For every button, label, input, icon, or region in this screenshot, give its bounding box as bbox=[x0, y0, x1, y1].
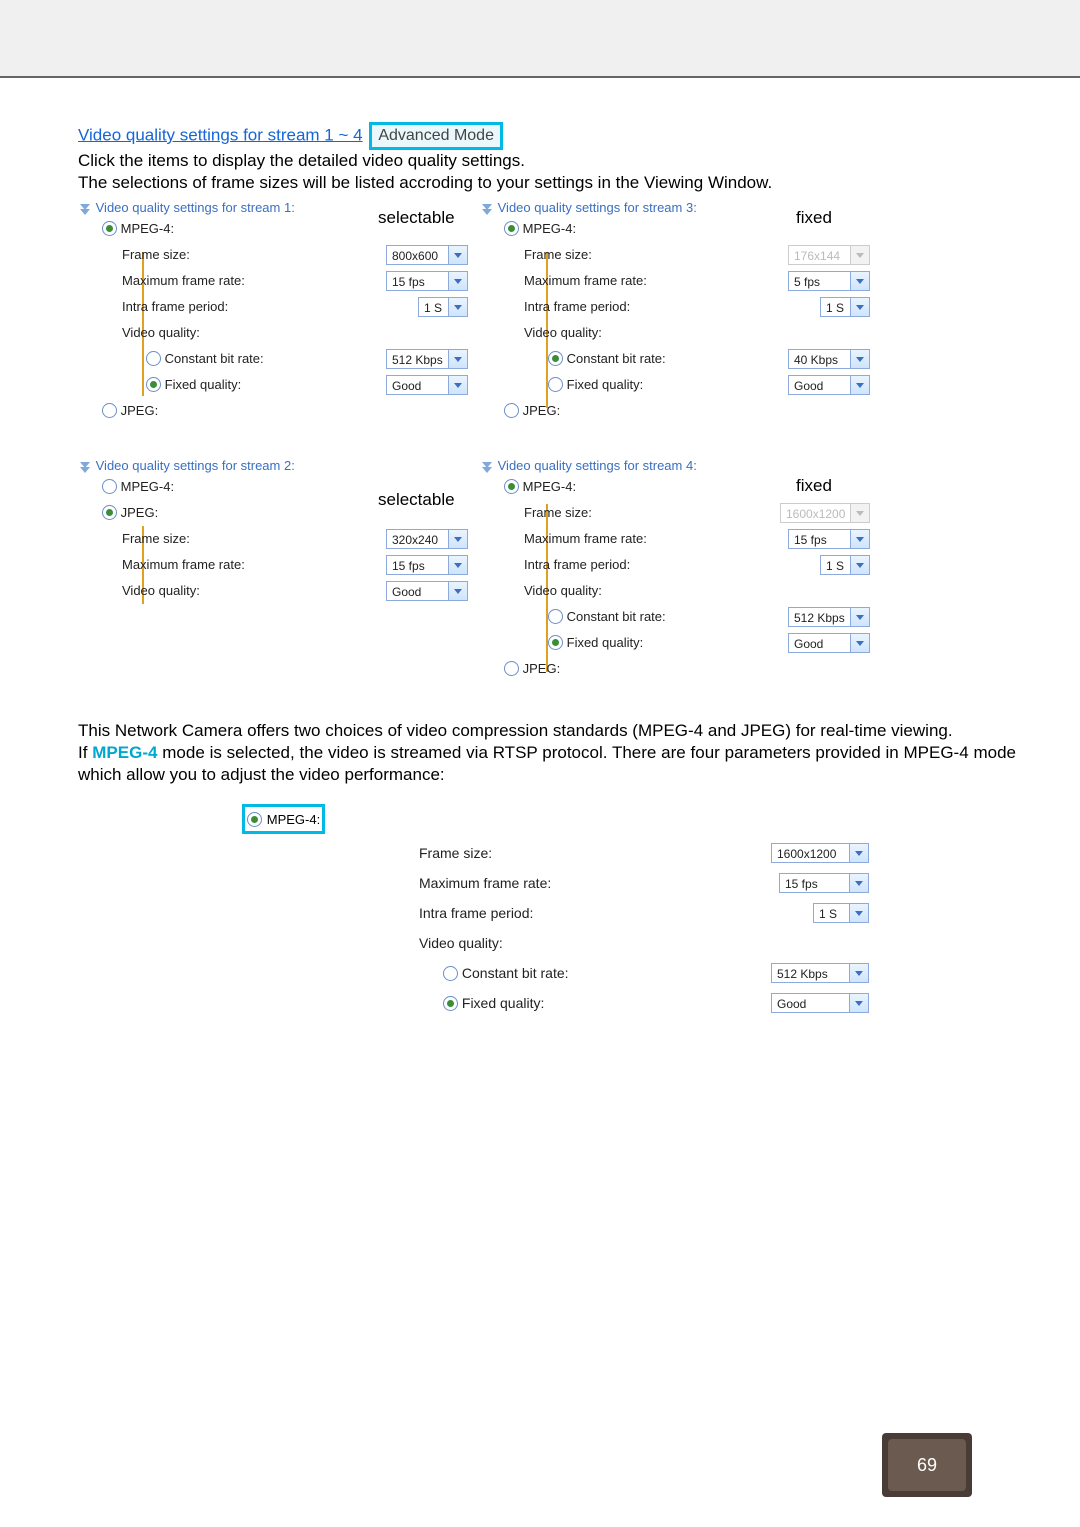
set2-intra-select[interactable]: 1 S bbox=[813, 903, 869, 923]
chevron-down-icon[interactable] bbox=[480, 460, 494, 474]
set2-rate-select[interactable]: 15 fps bbox=[779, 873, 869, 893]
instruction-line1: Click the items to display the detailed … bbox=[78, 150, 1016, 172]
s4-intra-select[interactable]: 1 S bbox=[820, 555, 870, 575]
set2-cbr-select[interactable]: 512 Kbps bbox=[771, 963, 869, 983]
paragraph2: If MPEG-4 mode is selected, the video is… bbox=[78, 742, 1016, 786]
stream1-title: Video quality settings for stream 1: bbox=[96, 200, 295, 215]
section-title-link[interactable]: Video quality settings for stream 1 ~ 4 bbox=[78, 125, 363, 144]
s3-intra-label: Intra frame period: bbox=[524, 299, 820, 314]
stream4-panel: Video quality settings for stream 4: MPE… bbox=[480, 458, 870, 682]
stream3-panel: Video quality settings for stream 3: MPE… bbox=[480, 200, 870, 424]
s4-cbr-label: Constant bit rate: bbox=[567, 609, 788, 624]
s2-frame-select[interactable]: 320x240 bbox=[386, 529, 468, 549]
s4-cbr-select[interactable]: 512 Kbps bbox=[788, 607, 870, 627]
s1-frame-select[interactable]: 800x600 bbox=[386, 245, 468, 265]
s4-frame-label: Frame size: bbox=[524, 505, 780, 520]
stream2-title: Video quality settings for stream 2: bbox=[96, 458, 295, 473]
s1-jpeg-label: JPEG: bbox=[121, 403, 468, 418]
s2-mpeg4-radio[interactable] bbox=[102, 479, 117, 494]
advanced-mode-badge: Advanced Mode bbox=[369, 122, 503, 150]
set2-fixedq-radio[interactable] bbox=[443, 996, 458, 1011]
stream1-panel: Video quality settings for stream 1: MPE… bbox=[78, 200, 468, 424]
s4-jpeg-radio[interactable] bbox=[504, 661, 519, 676]
s4-intra-label: Intra frame period: bbox=[524, 557, 820, 572]
s1-jpeg-radio[interactable] bbox=[102, 403, 117, 418]
set2-cbr-radio[interactable] bbox=[443, 966, 458, 981]
page-number-badge: 69 bbox=[882, 1433, 972, 1497]
s3-rate-label: Maximum frame rate: bbox=[524, 273, 788, 288]
s3-fixedq-radio[interactable] bbox=[548, 377, 563, 392]
s1-frame-label: Frame size: bbox=[122, 247, 386, 262]
s1-fixedq-label: Fixed quality: bbox=[165, 377, 386, 392]
set2-intra-label: Intra frame period: bbox=[389, 905, 813, 921]
mpeg4-keyword: MPEG-4 bbox=[92, 743, 157, 762]
s3-fixedq-label: Fixed quality: bbox=[567, 377, 788, 392]
s3-intra-select[interactable]: 1 S bbox=[820, 297, 870, 317]
s2-jpeg-radio[interactable] bbox=[102, 505, 117, 520]
s2-mpeg4-label: MPEG-4: bbox=[121, 479, 468, 494]
s1-mpeg4-label: MPEG-4: bbox=[121, 221, 468, 236]
s4-fixedq-select[interactable]: Good bbox=[788, 633, 870, 653]
set2-mpeg4-label: MPEG-4: bbox=[267, 812, 320, 827]
s2-vq-label: Video quality: bbox=[122, 583, 386, 598]
s4-cbr-radio[interactable] bbox=[548, 609, 563, 624]
s1-intra-label: Intra frame period: bbox=[122, 299, 418, 314]
s4-rate-select[interactable]: 15 fps bbox=[788, 529, 870, 549]
stream4-title: Video quality settings for stream 4: bbox=[498, 458, 697, 473]
stream2-panel: Video quality settings for stream 2: MPE… bbox=[78, 458, 468, 604]
s3-rate-select[interactable]: 5 fps bbox=[788, 271, 870, 291]
instruction-line2: The selections of frame sizes will be li… bbox=[78, 172, 1016, 194]
s1-intra-select[interactable]: 1 S bbox=[418, 297, 468, 317]
page-topbar bbox=[0, 0, 1080, 78]
page-number: 69 bbox=[882, 1455, 972, 1476]
set2-fixedq-label: Fixed quality: bbox=[462, 995, 771, 1011]
s1-rate-select[interactable]: 15 fps bbox=[386, 271, 468, 291]
set2-vq-label: Video quality: bbox=[389, 935, 869, 951]
set2-rate-label: Maximum frame rate: bbox=[389, 875, 779, 891]
chevron-down-icon[interactable] bbox=[78, 460, 92, 474]
s3-fixedq-select[interactable]: Good bbox=[788, 375, 870, 395]
s4-fixedq-radio[interactable] bbox=[548, 635, 563, 650]
s2-frame-label: Frame size: bbox=[122, 531, 386, 546]
set2-fixedq-select[interactable]: Good bbox=[771, 993, 869, 1013]
s3-cbr-radio[interactable] bbox=[548, 351, 563, 366]
set2-cbr-label: Constant bit rate: bbox=[462, 965, 771, 981]
s3-cbr-label: Constant bit rate: bbox=[567, 351, 788, 366]
set2-frame-select[interactable]: 1600x1200 bbox=[771, 843, 869, 863]
s1-rate-label: Maximum frame rate: bbox=[122, 273, 386, 288]
s1-mpeg4-radio[interactable] bbox=[102, 221, 117, 236]
s1-cbr-radio[interactable] bbox=[146, 351, 161, 366]
s3-mpeg4-label: MPEG-4: bbox=[523, 221, 870, 236]
s4-frame-select: 1600x1200 bbox=[780, 503, 870, 523]
s1-vq-label: Video quality: bbox=[122, 325, 468, 340]
s1-cbr-select[interactable]: 512 Kbps bbox=[386, 349, 468, 369]
s4-vq-label: Video quality: bbox=[524, 583, 870, 598]
s2-vq-select[interactable]: Good bbox=[386, 581, 468, 601]
s1-fixedq-select[interactable]: Good bbox=[386, 375, 468, 395]
chevron-down-icon[interactable] bbox=[78, 202, 92, 216]
s4-rate-label: Maximum frame rate: bbox=[524, 531, 788, 546]
paragraph1: This Network Camera offers two choices o… bbox=[78, 720, 1016, 742]
set2-frame-label: Frame size: bbox=[389, 845, 771, 861]
set2-mpeg4-radio[interactable] bbox=[247, 812, 262, 827]
mpeg4-highlight-box: MPEG-4: bbox=[242, 804, 325, 834]
s3-frame-select: 176x144 bbox=[788, 245, 870, 265]
s4-mpeg4-label: MPEG-4: bbox=[523, 479, 870, 494]
s2-jpeg-label: JPEG: bbox=[121, 505, 468, 520]
s3-vq-label: Video quality: bbox=[524, 325, 870, 340]
s3-mpeg4-radio[interactable] bbox=[504, 221, 519, 236]
s3-cbr-select[interactable]: 40 Kbps bbox=[788, 349, 870, 369]
s4-mpeg4-radio[interactable] bbox=[504, 479, 519, 494]
s1-cbr-label: Constant bit rate: bbox=[165, 351, 386, 366]
s3-frame-label: Frame size: bbox=[524, 247, 788, 262]
chevron-down-icon[interactable] bbox=[480, 202, 494, 216]
s3-jpeg-label: JPEG: bbox=[523, 403, 870, 418]
s4-jpeg-label: JPEG: bbox=[523, 661, 870, 676]
s2-rate-label: Maximum frame rate: bbox=[122, 557, 386, 572]
s1-fixedq-radio[interactable] bbox=[146, 377, 161, 392]
s3-jpeg-radio[interactable] bbox=[504, 403, 519, 418]
stream3-title: Video quality settings for stream 3: bbox=[498, 200, 697, 215]
s2-rate-select[interactable]: 15 fps bbox=[386, 555, 468, 575]
s4-fixedq-label: Fixed quality: bbox=[567, 635, 788, 650]
